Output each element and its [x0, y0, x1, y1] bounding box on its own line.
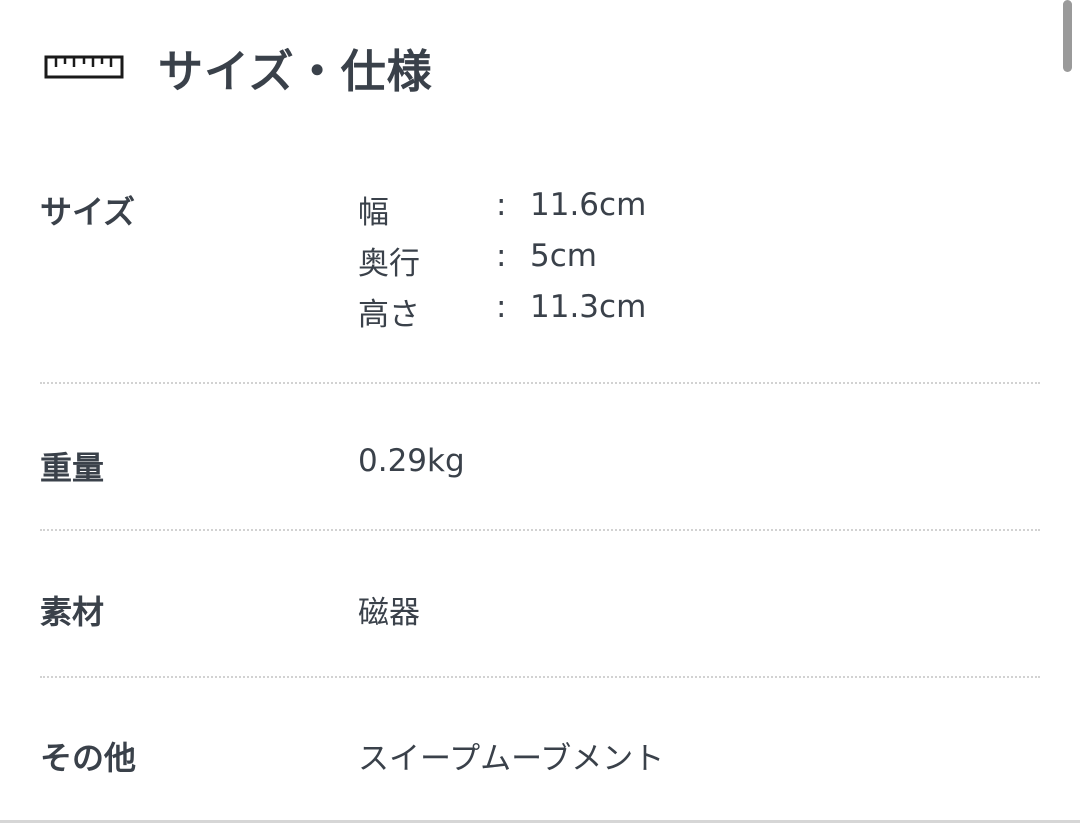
ruler-icon — [44, 55, 124, 79]
size-separator: : — [496, 238, 507, 274]
spec-label-weight: 重量 — [40, 449, 105, 487]
size-value-height: 11.3cm — [530, 289, 647, 325]
size-line-depth: 奥行 : 5cm — [358, 238, 646, 289]
scrollbar[interactable] — [1063, 0, 1072, 72]
spec-value-other: スイープムーブメント — [358, 741, 665, 777]
size-value-width: 11.6cm — [530, 187, 647, 223]
size-key-width: 幅 — [358, 195, 389, 231]
spec-table: サイズ 幅 : 11.6cm 奥行 : 5cm 高さ : 11.3cm 重量 0… — [40, 150, 1040, 818]
spec-row-material: 素材 磁器 — [40, 531, 1040, 678]
spec-value-weight: 0.29kg — [358, 443, 465, 479]
spec-value-material: 磁器 — [358, 595, 420, 631]
size-line-height: 高さ : 11.3cm — [358, 289, 646, 340]
spec-label-size: サイズ — [40, 193, 136, 231]
spec-label-material: 素材 — [40, 593, 105, 631]
size-separator: : — [496, 289, 507, 325]
size-key-depth: 奥行 — [358, 246, 420, 282]
size-key-height: 高さ — [358, 297, 420, 333]
page-title: サイズ・仕様 — [158, 44, 433, 98]
spec-row-other: その他 スイープムーブメント — [40, 678, 1040, 818]
section-header: サイズ・仕様 — [44, 32, 433, 102]
spec-row-weight: 重量 0.29kg — [40, 384, 1040, 531]
spec-row-size: サイズ 幅 : 11.6cm 奥行 : 5cm 高さ : 11.3cm — [40, 150, 1040, 384]
size-value-depth: 5cm — [530, 238, 597, 274]
size-separator: : — [496, 187, 507, 223]
size-line-width: 幅 : 11.6cm — [358, 187, 646, 238]
spec-label-other: その他 — [40, 739, 137, 777]
spec-panel: サイズ・仕様 サイズ 幅 : 11.6cm 奥行 : 5cm 高さ : 11.3… — [0, 0, 1080, 823]
spec-value-size: 幅 : 11.6cm 奥行 : 5cm 高さ : 11.3cm — [358, 187, 646, 382]
